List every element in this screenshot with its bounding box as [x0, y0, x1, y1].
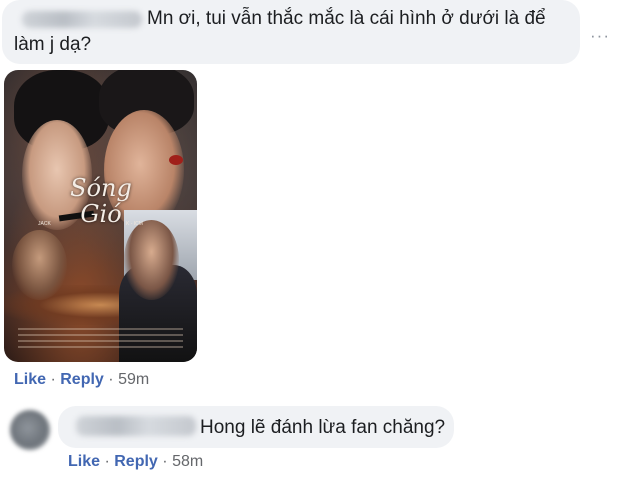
timestamp[interactable]: 58m [172, 453, 203, 470]
poster-figure [12, 230, 67, 300]
blurred-author-name[interactable] [76, 416, 196, 436]
separator-dot: · [104, 453, 115, 470]
comment-text: Hong lẽ đánh lừa fan chăng? [200, 417, 446, 438]
separator-dot: · [50, 371, 61, 388]
reply-link[interactable]: Reply [114, 453, 158, 470]
comment-actions: Like · Reply · 58m [68, 453, 203, 471]
separator-dot: · [162, 453, 173, 470]
comment-bubble-1: Mn ơi, tui vẫn thắc mắc là cái hình ở dư… [2, 0, 580, 64]
poster-detail [169, 155, 183, 165]
timestamp[interactable]: 59m [118, 371, 149, 388]
poster-figure [124, 220, 179, 300]
comment-text-line2: làm j dạ? [14, 34, 92, 55]
poster-credits-block [18, 346, 183, 348]
like-link[interactable]: Like [68, 453, 100, 470]
separator-dot: · [108, 371, 119, 388]
reply-link[interactable]: Reply [60, 371, 104, 388]
comment-text: Mn ơi, tui vẫn thắc mắc là cái hình ở dư… [147, 8, 546, 29]
comment-actions: Like · Reply · 59m [14, 371, 149, 389]
poster-credit: JACK [38, 221, 51, 227]
attached-poster-image[interactable]: Sóng Gió JACK K - ICM [4, 70, 197, 362]
poster-credits-block [18, 328, 183, 330]
blurred-author-name[interactable] [22, 11, 142, 28]
poster-title: Sóng Gió [70, 174, 132, 228]
more-options-icon[interactable]: ··· [590, 26, 610, 46]
poster-credits-block [18, 334, 183, 336]
avatar[interactable] [10, 410, 50, 450]
poster-credit: K - ICM [126, 221, 143, 227]
like-link[interactable]: Like [14, 371, 46, 388]
poster-credits-block [18, 340, 183, 342]
